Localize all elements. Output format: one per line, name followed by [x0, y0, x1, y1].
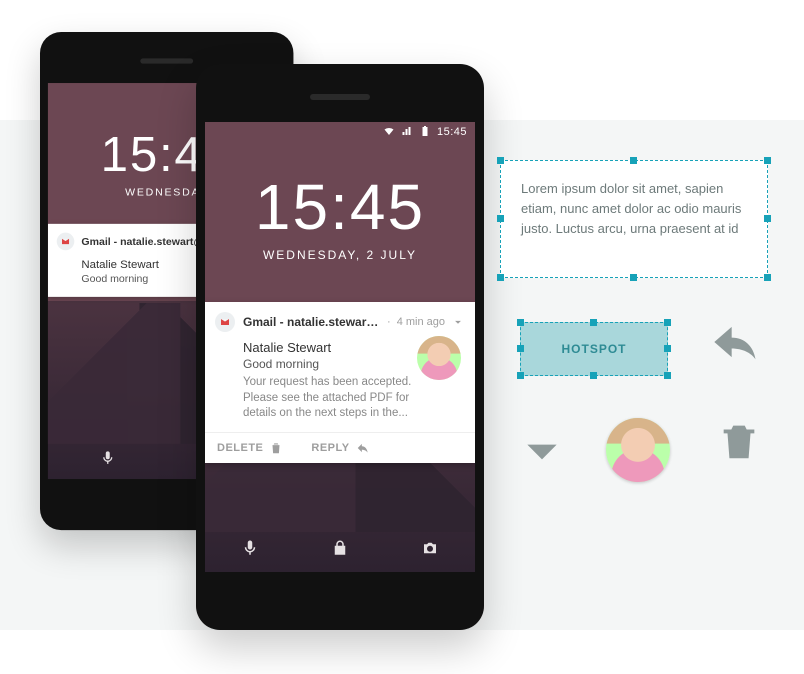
- camera-icon[interactable]: [421, 539, 439, 562]
- notification-card[interactable]: Gmail - natalie.stewart@gmail.com · 4 mi…: [205, 302, 475, 463]
- lockscreen-date: WEDNESDAY, 2 JULY: [205, 248, 475, 262]
- avatar-image: [606, 418, 670, 482]
- hotspot-element-selected[interactable]: HOTSPOT: [520, 322, 668, 376]
- sender-avatar: [417, 336, 461, 380]
- trash-icon: [269, 441, 283, 455]
- delete-button[interactable]: DELETE: [217, 441, 283, 455]
- mic-icon[interactable]: [241, 539, 259, 562]
- mic-icon[interactable]: [99, 450, 115, 470]
- placeholder-text: Lorem ipsum dolor sit amet, sapien etiam…: [521, 181, 741, 236]
- lock-icon[interactable]: [331, 539, 349, 562]
- notification-meta: · 4 min ago: [387, 315, 465, 329]
- reply-icon: [710, 316, 762, 368]
- status-bar: 15:45: [205, 122, 475, 142]
- reply-button[interactable]: REPLY: [311, 441, 369, 455]
- notification-title: Gmail - natalie.stewart@gmail.com: [243, 315, 379, 329]
- phone-speaker: [140, 58, 193, 63]
- gmail-icon: [57, 233, 75, 251]
- text-element-selected[interactable]: Lorem ipsum dolor sit amet, sapien etiam…: [500, 160, 768, 278]
- phone-speaker: [310, 94, 370, 100]
- reply-icon-asset[interactable]: [710, 316, 762, 368]
- lockscreen-time: 15:45: [205, 170, 475, 244]
- phone-mockup-expanded: 15:45 15:45 WEDNESDAY, 2 JULY Gmail - na…: [196, 64, 484, 630]
- lockscreen-clock: 15:45 WEDNESDAY, 2 JULY: [205, 170, 475, 262]
- statusbar-time: 15:45: [437, 126, 467, 138]
- wifi-icon: [383, 125, 395, 140]
- chevron-down-icon: [520, 430, 564, 474]
- chevron-down-icon[interactable]: [451, 315, 465, 329]
- reply-icon: [356, 441, 370, 455]
- chevron-icon-asset[interactable]: [520, 430, 564, 474]
- avatar-asset[interactable]: [606, 418, 670, 482]
- phone-screen: 15:45 15:45 WEDNESDAY, 2 JULY Gmail - na…: [205, 122, 475, 572]
- gmail-icon: [215, 312, 235, 332]
- battery-icon: [419, 125, 431, 140]
- notification-preview: Your request has been accepted. Please s…: [243, 375, 413, 422]
- trash-icon-asset[interactable]: [716, 418, 762, 470]
- notification-timestamp: 4 min ago: [397, 316, 445, 328]
- reply-label: REPLY: [311, 442, 349, 454]
- hotspot-label: HOTSPOT: [561, 342, 626, 356]
- delete-label: DELETE: [217, 442, 263, 454]
- signal-icon: [401, 125, 413, 140]
- notification-actions: DELETE REPLY: [205, 432, 475, 463]
- trash-icon: [716, 418, 762, 464]
